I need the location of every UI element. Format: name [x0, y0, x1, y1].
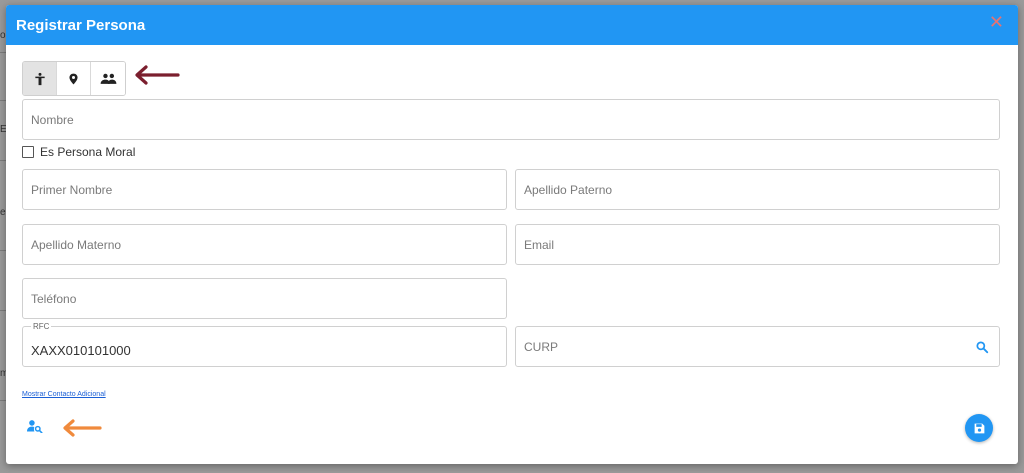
background-text: e [0, 207, 6, 218]
persona-moral-label: Es Persona Moral [40, 145, 136, 159]
telefono-input[interactable] [23, 279, 506, 318]
primer-nombre-input[interactable] [23, 170, 506, 209]
persona-moral-checkbox[interactable] [22, 146, 34, 158]
person-search-icon[interactable] [27, 419, 43, 433]
background-text: o [0, 30, 6, 41]
rfc-field: RFC [22, 322, 507, 367]
save-button[interactable] [965, 414, 993, 442]
people-icon [100, 73, 116, 84]
search-icon[interactable] [975, 340, 989, 354]
tab-contacts[interactable] [91, 62, 125, 95]
arrow-left-icon [63, 419, 102, 437]
apellido-paterno-field [515, 169, 1000, 210]
curp-field [515, 326, 1000, 367]
nombre-field [22, 99, 1000, 140]
apellido-paterno-input[interactable] [516, 170, 999, 209]
rfc-input[interactable] [23, 327, 506, 366]
email-input[interactable] [516, 225, 999, 264]
tab-person[interactable] [23, 62, 57, 95]
person-icon [34, 72, 45, 85]
show-additional-contact-link[interactable]: Mostrar Contacto Adicional [22, 391, 106, 398]
tab-location[interactable] [57, 62, 91, 95]
persona-moral-row: Es Persona Moral [22, 145, 135, 159]
apellido-materno-input[interactable] [23, 225, 506, 264]
arrow-left-icon [135, 65, 180, 85]
telefono-field [22, 278, 507, 319]
modal-title: Registrar Persona [16, 17, 146, 34]
close-button[interactable]: ✕ [989, 14, 1004, 32]
modal-header: Registrar Persona ✕ [6, 5, 1018, 45]
email-field [515, 224, 1000, 265]
save-icon [974, 423, 984, 433]
register-person-modal: Registrar Persona ✕ Nombre Es Persona Mo… [6, 5, 1018, 464]
nombre-input[interactable] [23, 100, 999, 139]
primer-nombre-field [22, 169, 507, 210]
apellido-materno-field [22, 224, 507, 265]
section-tabs [22, 61, 126, 96]
location-pin-icon [69, 73, 78, 84]
curp-input[interactable] [516, 327, 999, 366]
